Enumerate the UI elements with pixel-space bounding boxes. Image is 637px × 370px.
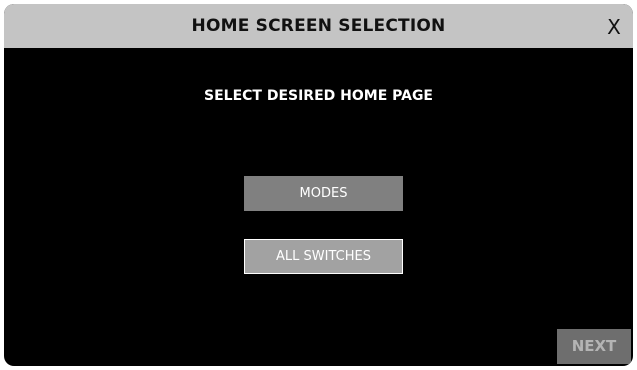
title-bar: HOME SCREEN SELECTION X — [4, 4, 633, 48]
next-button[interactable]: NEXT — [557, 329, 631, 364]
all-switches-button[interactable]: ALL SWITCHES — [244, 239, 403, 274]
dialog-title: HOME SCREEN SELECTION — [191, 16, 446, 36]
select-home-page-prompt: SELECT DESIRED HOME PAGE — [204, 88, 433, 104]
modes-button[interactable]: MODES — [244, 176, 403, 211]
home-screen-selection-dialog: HOME SCREEN SELECTION X SELECT DESIRED H… — [4, 4, 633, 366]
close-button[interactable]: X — [599, 4, 629, 48]
